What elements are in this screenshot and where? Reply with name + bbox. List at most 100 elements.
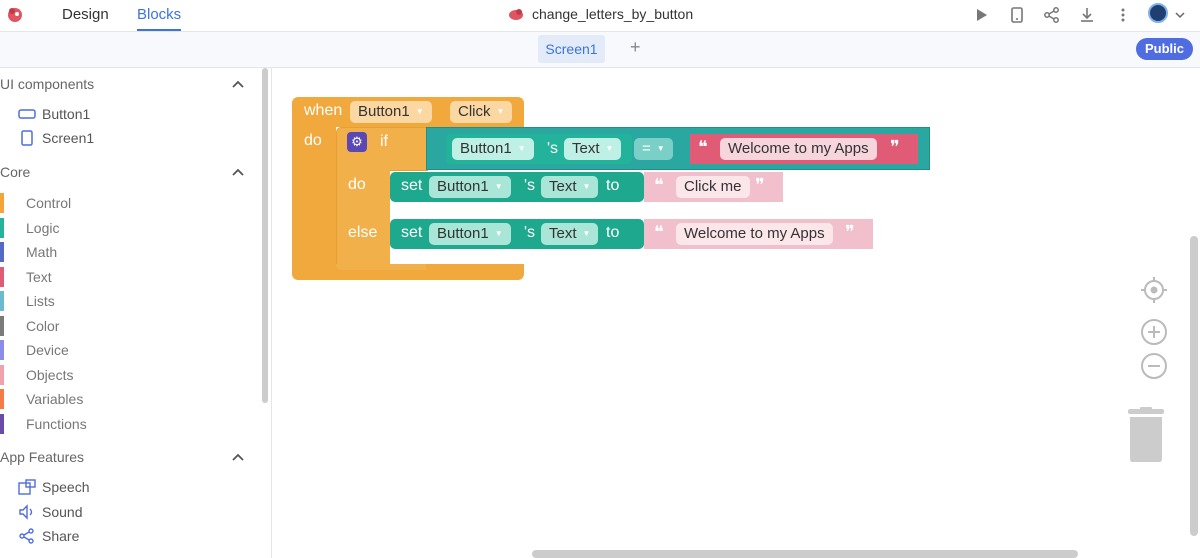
category-color-bar <box>0 291 4 311</box>
core-item-variables[interactable]: Variables <box>0 389 83 409</box>
workspace-horizontal-scrollbar[interactable] <box>532 550 1078 558</box>
set1-property-dropdown[interactable]: Text ▼ <box>541 176 599 198</box>
operator-dropdown[interactable]: = ▼ <box>634 138 673 160</box>
core-item-label: Control <box>26 195 72 211</box>
core-item-label: Objects <box>26 366 74 383</box>
trash-icon[interactable] <box>1126 407 1166 463</box>
top-bar: Design Blocks change_letters_by_button <box>0 0 1200 32</box>
event-component-dropdown[interactable]: Button1 ▼ <box>350 101 432 123</box>
app-logo-icon[interactable] <box>6 5 24 23</box>
core-item-label: Logic <box>26 219 60 236</box>
screen-icon <box>21 130 33 146</box>
more-menu-icon[interactable] <box>1114 6 1132 24</box>
category-color-bar <box>0 315 4 336</box>
core-item-label: Lists <box>26 293 55 309</box>
do-label: do <box>304 132 322 149</box>
component-button1[interactable]: Button1 <box>18 106 90 122</box>
project-title: change_letters_by_button <box>508 6 693 22</box>
chevron-up-icon[interactable] <box>232 453 244 461</box>
core-item-lists[interactable]: Lists <box>0 291 55 311</box>
chevron-up-icon[interactable] <box>232 168 244 176</box>
category-color-bar <box>0 413 4 434</box>
section-ui-components[interactable]: UI components <box>0 76 94 92</box>
sidebar-scrollbar[interactable] <box>262 68 268 403</box>
close-quote-icon: ❞ <box>890 137 900 157</box>
core-item-text[interactable]: Text <box>0 266 52 287</box>
sound-icon <box>19 504 33 520</box>
core-item-label: Text <box>26 268 52 285</box>
blocks-palette: UI components Button1 Screen1 Core Contr… <box>0 68 272 558</box>
compare-component-dropdown[interactable]: Button1 ▼ <box>452 138 534 160</box>
set-label: set <box>401 177 423 194</box>
category-color-bar <box>0 217 4 238</box>
chevron-up-icon[interactable] <box>232 80 244 88</box>
add-screen-button[interactable]: + <box>630 37 641 58</box>
when-label: when <box>304 102 343 119</box>
core-item-label: Variables <box>26 391 84 407</box>
recenter-icon[interactable] <box>1140 276 1168 304</box>
else-label: else <box>348 224 378 241</box>
set1-text-field[interactable]: Click me <box>676 176 750 198</box>
core-item-control[interactable]: Control <box>0 193 71 213</box>
open-quote-icon: ❝ <box>698 137 708 157</box>
tab-blocks[interactable]: Blocks <box>137 6 182 31</box>
core-item-label: Color <box>26 317 60 334</box>
button-icon <box>18 109 36 119</box>
open-quote-icon: ❝ <box>654 175 664 195</box>
category-color-bar <box>0 340 4 360</box>
core-item-math[interactable]: Math <box>0 242 57 262</box>
zoom-in-icon[interactable] <box>1140 318 1168 346</box>
possessive-label: 's <box>524 177 536 194</box>
device-icon[interactable] <box>1008 6 1026 24</box>
category-color-bar <box>0 266 4 287</box>
download-icon[interactable] <box>1078 6 1096 24</box>
set-label: set <box>401 224 423 241</box>
event-name-dropdown[interactable]: Click ▼ <box>450 101 513 123</box>
core-item-objects[interactable]: Objects <box>0 364 74 385</box>
zoom-out-icon[interactable] <box>1140 352 1168 380</box>
share-icon <box>19 528 34 544</box>
feature-share[interactable]: Share <box>18 528 79 544</box>
core-item-logic[interactable]: Logic <box>0 217 60 238</box>
core-item-label: Device <box>26 342 69 358</box>
project-icon <box>509 9 523 20</box>
core-item-label: Functions <box>26 415 87 432</box>
if-label: if <box>380 133 388 150</box>
to-label: to <box>606 224 620 241</box>
tab-design[interactable]: Design <box>62 6 109 23</box>
play-icon[interactable] <box>972 6 990 24</box>
possessive-label: 's <box>547 140 559 157</box>
share-icon[interactable] <box>1043 6 1061 24</box>
workspace-vertical-scrollbar[interactable] <box>1190 236 1198 536</box>
public-button[interactable]: Public <box>1136 38 1193 60</box>
section-app-features[interactable]: App Features <box>0 449 84 465</box>
feature-speech[interactable]: Speech <box>18 479 89 495</box>
chevron-down-icon[interactable] <box>1174 9 1186 21</box>
component-screen1[interactable]: Screen1 <box>18 130 94 146</box>
set1-component-dropdown[interactable]: Button1 ▼ <box>429 176 511 198</box>
core-item-device[interactable]: Device <box>0 340 69 360</box>
close-quote-icon: ❞ <box>755 175 765 195</box>
core-item-functions[interactable]: Functions <box>0 413 87 434</box>
speech-icon <box>18 479 36 495</box>
compare-property-dropdown[interactable]: Text ▼ <box>564 138 622 160</box>
category-color-bar <box>0 364 4 385</box>
project-name: change_letters_by_button <box>532 6 694 22</box>
feature-sound[interactable]: Sound <box>18 504 82 520</box>
set2-property-dropdown[interactable]: Text ▼ <box>541 223 599 245</box>
set2-text-field[interactable]: Welcome to my Apps <box>676 223 833 245</box>
set2-component-dropdown[interactable]: Button1 ▼ <box>429 223 511 245</box>
to-label: to <box>606 177 620 194</box>
avatar[interactable] <box>1148 3 1168 23</box>
gear-icon[interactable]: ⚙ <box>347 132 367 152</box>
screen-bar: Screen1 + Public <box>0 32 1200 68</box>
tab-screen1[interactable]: Screen1 <box>538 35 605 63</box>
possessive-label: 's <box>524 224 536 241</box>
category-color-bar <box>0 193 4 213</box>
core-item-label: Math <box>26 244 58 260</box>
category-color-bar <box>0 242 4 262</box>
category-color-bar <box>0 389 4 409</box>
compare-text-field[interactable]: Welcome to my Apps <box>720 138 877 160</box>
core-item-color[interactable]: Color <box>0 315 60 336</box>
section-core[interactable]: Core <box>0 164 30 180</box>
